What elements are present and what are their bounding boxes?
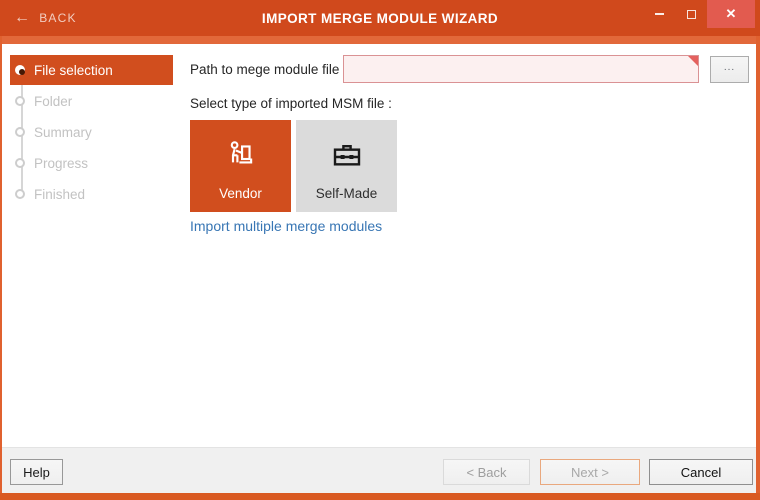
step-label: Folder bbox=[34, 93, 73, 109]
step-finished[interactable]: Finished bbox=[10, 179, 173, 209]
maximize-icon bbox=[686, 9, 696, 19]
cancel-button[interactable]: Cancel bbox=[649, 459, 753, 485]
step-radio-icon bbox=[15, 65, 25, 75]
step-folder[interactable]: Folder bbox=[10, 86, 173, 116]
step-label: Finished bbox=[34, 186, 86, 202]
vendor-tile-button[interactable]: Vendor bbox=[190, 120, 291, 212]
toolbox-icon bbox=[329, 137, 365, 173]
back-label: BACK bbox=[39, 11, 77, 25]
minimize-button[interactable] bbox=[643, 0, 675, 28]
msm-type-tiles: Vendor Self-Made bbox=[190, 120, 397, 212]
step-label: Summary bbox=[34, 124, 92, 140]
footer-bar: Help < Back Next > Cancel bbox=[2, 447, 756, 493]
back-button[interactable]: < Back bbox=[443, 459, 530, 485]
minimize-icon bbox=[654, 13, 664, 15]
wizard-steps-sidebar: File selection Folder Summary Progress F… bbox=[2, 44, 188, 254]
window-title: IMPORT MERGE MODULE WIZARD bbox=[261, 10, 499, 26]
step-label: Progress bbox=[34, 155, 89, 171]
next-button[interactable]: Next > bbox=[540, 459, 640, 485]
step-file-selection[interactable]: File selection bbox=[10, 55, 173, 85]
help-label: Help bbox=[23, 464, 50, 480]
back-arrow-icon: ← bbox=[14, 9, 32, 26]
window-controls: ✕ bbox=[643, 0, 755, 28]
step-summary[interactable]: Summary bbox=[10, 117, 173, 147]
window-border-bottom bbox=[0, 493, 760, 500]
close-button[interactable]: ✕ bbox=[707, 0, 755, 28]
step-radio-icon bbox=[15, 96, 25, 106]
path-input[interactable] bbox=[343, 55, 699, 83]
step-radio-icon bbox=[15, 127, 25, 137]
vendor-tile-label: Vendor bbox=[219, 186, 262, 201]
back-button-label: < Back bbox=[466, 464, 507, 480]
validation-error-corner-icon bbox=[688, 56, 698, 66]
browse-button[interactable]: ... bbox=[710, 56, 749, 83]
hand-truck-person-icon bbox=[224, 137, 258, 173]
next-button-label: Next > bbox=[571, 464, 609, 480]
step-label: File selection bbox=[34, 62, 113, 78]
step-radio-icon bbox=[15, 189, 25, 199]
maximize-button[interactable] bbox=[675, 0, 707, 28]
path-field-label: Path to mege module file bbox=[190, 62, 340, 77]
titlebar-accent-band bbox=[0, 36, 760, 44]
help-button[interactable]: Help bbox=[10, 459, 63, 485]
self-made-tile-label: Self-Made bbox=[315, 186, 378, 201]
window-border-right bbox=[756, 36, 760, 500]
step-radio-icon bbox=[15, 158, 25, 168]
browse-label: ... bbox=[723, 62, 736, 73]
self-made-tile-button[interactable]: Self-Made bbox=[296, 120, 397, 212]
step-progress[interactable]: Progress bbox=[10, 148, 173, 178]
wizard-window: ← BACK IMPORT MERGE MODULE WIZARD ✕ File… bbox=[0, 0, 760, 500]
msm-type-label: Select type of imported MSM file : bbox=[190, 96, 392, 111]
close-icon: ✕ bbox=[725, 6, 737, 21]
cancel-button-label: Cancel bbox=[680, 464, 722, 480]
titlebar-back-button[interactable]: ← BACK bbox=[14, 0, 77, 36]
import-multiple-modules-link[interactable]: Import multiple merge modules bbox=[190, 218, 382, 234]
